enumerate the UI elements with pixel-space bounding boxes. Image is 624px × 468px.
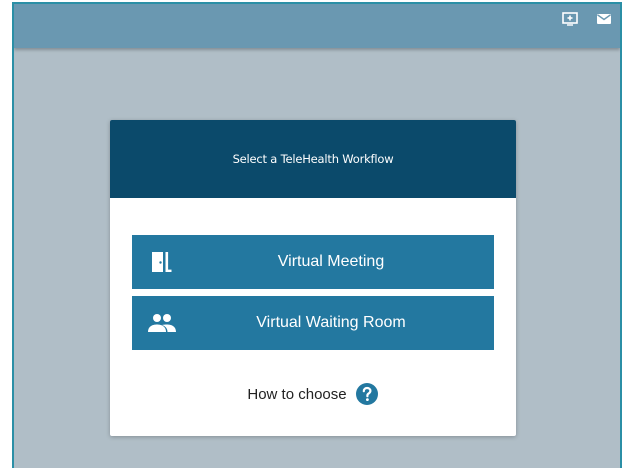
mail-icon[interactable] [596,12,612,26]
help-circle-icon[interactable] [355,382,379,406]
virtual-meeting-label: Virtual Meeting [277,253,385,270]
virtual-meeting-button[interactable]: Virtual Meeting [132,235,494,289]
how-to-choose-row: How to choose [110,382,516,406]
virtual-waiting-room-label: Virtual Waiting Room [256,314,406,331]
present-to-all-icon[interactable] [562,12,578,26]
dialog-header: Select a TeleHealth Workflow [110,120,516,198]
app-frame: Select a TeleHealth Workflow Virtual Mee… [12,2,622,468]
virtual-waiting-room-button[interactable]: Virtual Waiting Room [132,296,494,350]
people-group-icon [148,314,176,332]
how-to-choose-text: How to choose [247,385,347,403]
door-exit-icon [152,252,172,272]
dialog-title: Select a TeleHealth Workflow [232,152,394,166]
top-bar [14,4,620,48]
workflow-dialog: Select a TeleHealth Workflow Virtual Mee… [110,120,516,436]
